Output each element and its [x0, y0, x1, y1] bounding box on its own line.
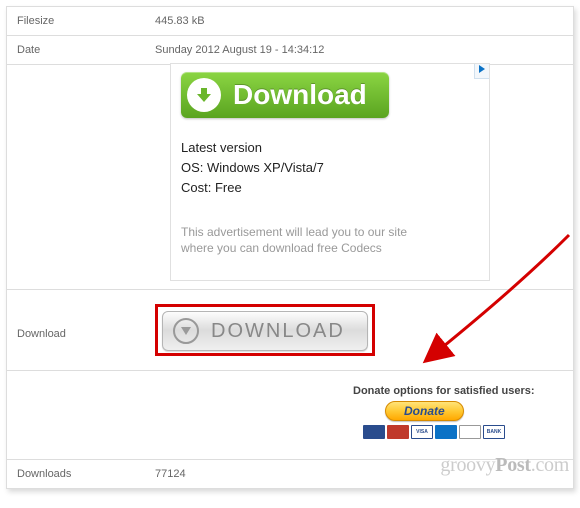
- value-download: DOWNLOAD: [135, 290, 573, 370]
- ad-info-block: Latest version OS: Windows XP/Vista/7 Co…: [181, 138, 479, 198]
- advertisement-box: Download Latest version OS: Windows XP/V…: [170, 63, 490, 281]
- annotation-highlight-box: DOWNLOAD: [155, 304, 375, 356]
- value-ad: Download Latest version OS: Windows XP/V…: [135, 65, 573, 289]
- row-download: Download DOWNLOAD: [7, 289, 573, 370]
- ad-latest-version: Latest version: [181, 138, 479, 158]
- value-date: Sunday 2012 August 19 - 14:34:12: [135, 36, 573, 64]
- row-filesize: Filesize 445.83 kB: [7, 6, 573, 35]
- row-donate: Donate options for satisfied users: Dona…: [7, 370, 573, 459]
- value-filesize: 445.83 kB: [135, 7, 573, 35]
- row-downloads: Downloads 77124: [7, 459, 573, 488]
- row-date: Date Sunday 2012 August 19 - 14:34:12: [7, 35, 573, 64]
- adchoices-icon[interactable]: [474, 64, 489, 79]
- card-visa-icon: VISA: [411, 425, 433, 439]
- donate-block: Donate options for satisfied users: Dona…: [353, 379, 553, 439]
- row-ad: Download Latest version OS: Windows XP/V…: [7, 64, 573, 289]
- label-filesize: Filesize: [7, 7, 135, 35]
- label-downloads: Downloads: [7, 460, 135, 488]
- label-ad-empty: [7, 65, 135, 289]
- card-maestro-icon: [363, 425, 385, 439]
- download-arrow-icon: [187, 78, 221, 112]
- download-triangle-icon: [173, 318, 199, 344]
- ad-os: OS: Windows XP/Vista/7: [181, 158, 479, 178]
- card-amex-icon: [435, 425, 457, 439]
- download-button-label: DOWNLOAD: [211, 320, 345, 343]
- label-download: Download: [7, 290, 135, 370]
- card-discover-icon: [459, 425, 481, 439]
- ad-disclaimer: This advertisement will lead you to our …: [181, 224, 479, 256]
- donate-button-label: Donate: [404, 404, 445, 418]
- donate-title: Donate options for satisfied users:: [353, 385, 553, 397]
- ad-download-button-label: Download: [233, 79, 367, 111]
- label-donate-empty: [7, 371, 135, 459]
- label-date: Date: [7, 36, 135, 64]
- info-table: Filesize 445.83 kB Date Sunday 2012 Augu…: [6, 6, 574, 489]
- ad-cost: Cost: Free: [181, 178, 479, 198]
- value-donate: Donate options for satisfied users: Dona…: [135, 371, 573, 459]
- donate-button[interactable]: Donate: [385, 401, 464, 421]
- card-bank-icon: BANK: [483, 425, 505, 439]
- payment-cards: VISA BANK: [363, 425, 553, 439]
- ad-download-button[interactable]: Download: [181, 72, 389, 118]
- card-mastercard-icon: [387, 425, 409, 439]
- download-button[interactable]: DOWNLOAD: [162, 311, 368, 351]
- value-downloads: 77124: [135, 460, 573, 488]
